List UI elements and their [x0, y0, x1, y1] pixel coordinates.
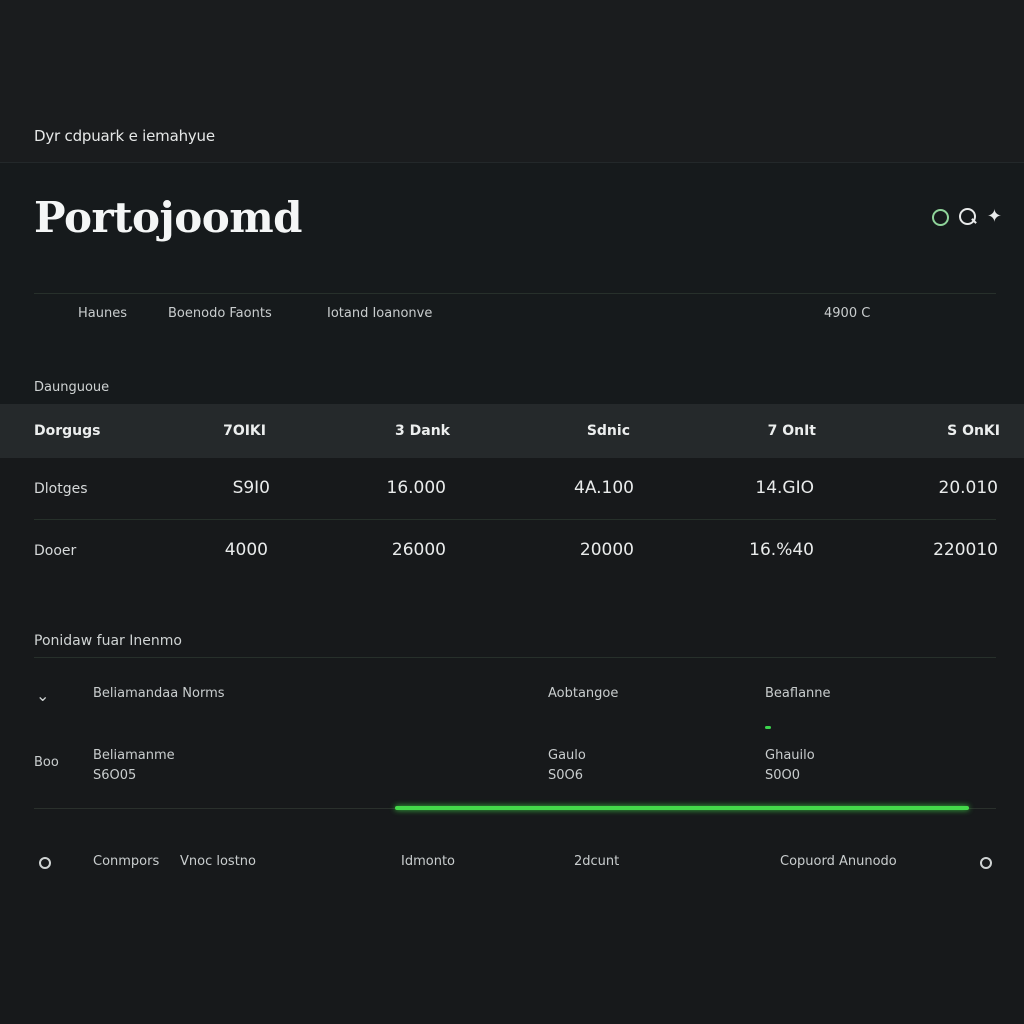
list-item-2-col2-sub: S0O6 [548, 768, 584, 783]
footer-item-2[interactable]: Vnoc lostno [180, 854, 256, 869]
nav-right-value[interactable]: 4900 C [824, 306, 870, 321]
table-cell: 20000 [579, 540, 634, 560]
table-section-label: Daunguoue [34, 380, 110, 395]
table-cell: 16.000 [386, 478, 446, 498]
footer-left-ring-icon[interactable] [39, 857, 51, 869]
footer-item-3[interactable]: Idmonto [401, 854, 455, 869]
table-row-2-label: Dooer [34, 543, 77, 559]
list-item-2-col2: Gaulo [548, 748, 586, 763]
footer-item-5[interactable]: Copuord Anunodo [780, 854, 897, 869]
table-header-col-3[interactable]: Sdnic [510, 423, 630, 439]
progress-fill [395, 806, 969, 810]
table-cell: 26000 [391, 540, 446, 560]
nav-tab-1[interactable]: Haunes [78, 306, 127, 321]
header-actions: ✦ [931, 208, 1002, 226]
list-section-label: Ponidaw fuar Inenmo [34, 633, 182, 649]
table-cell: 16.%40 [749, 540, 814, 560]
table-header-label[interactable]: Dorgugs [34, 423, 101, 439]
nav-divider [34, 293, 996, 294]
chevron-down-icon[interactable]: ⌄ [36, 686, 49, 705]
table-cell: 20.010 [938, 478, 998, 498]
list-item-2-sub: S6O05 [93, 768, 137, 783]
list-item-2-label[interactable]: Beliamanme [93, 748, 175, 763]
status-ring-icon[interactable] [931, 208, 949, 226]
nav-tab-2[interactable]: Boenodo Faonts [168, 306, 272, 321]
portfolio-dashboard: Dyr cdpuark e iemahyue Portojoomd ✦ Haun… [0, 0, 1024, 1024]
table-row-1-label: Dlotges [34, 481, 88, 497]
status-dot [765, 726, 771, 729]
table-header-col-2[interactable]: 3 Dank [330, 423, 450, 439]
list-item-1-col2: Aobtangoe [548, 686, 619, 701]
list-item-1-col3: Beaflanne [765, 686, 831, 701]
list-divider [34, 657, 996, 658]
table-cell: 220010 [933, 540, 998, 560]
nav-tab-3[interactable]: Iotand Ioanonve [327, 306, 432, 321]
table-header-col-1[interactable]: 7OIKI [146, 423, 266, 439]
table-header-col-4[interactable]: 7 OnIt [696, 423, 816, 439]
row-divider [34, 519, 996, 520]
list-item-2-left: Boo [34, 755, 59, 770]
footer-item-1[interactable]: Conmpors [93, 854, 159, 869]
table-cell: 4A.100 [574, 478, 634, 498]
footer-item-4[interactable]: 2dcunt [574, 854, 619, 869]
list-item-2-col3: Ghauilo [765, 748, 815, 763]
table-cell: S9I0 [232, 478, 270, 498]
page-title: Portojoomd [34, 193, 303, 242]
list-item-2-col3-sub: S0O0 [765, 768, 801, 783]
sparkle-icon[interactable]: ✦ [987, 208, 1002, 226]
list-item-1-label[interactable]: Beliamandaa Norms [93, 686, 225, 701]
table-header-col-5[interactable]: S OnKI [880, 423, 1000, 439]
footer-right-ring-icon[interactable] [980, 857, 992, 869]
search-icon[interactable] [958, 208, 977, 226]
table-cell: 4000 [224, 540, 268, 560]
app-caption: Dyr cdpuark e iemahyue [34, 127, 215, 145]
table-cell: 14.GIO [755, 478, 814, 498]
